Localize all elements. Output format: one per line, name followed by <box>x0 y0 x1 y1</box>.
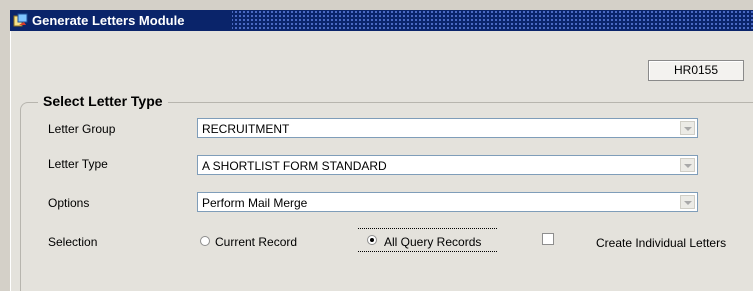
app-icon <box>13 13 28 28</box>
options-value: Perform Mail Merge <box>202 196 308 210</box>
letter-type-label: Letter Type <box>48 157 108 171</box>
letter-type-combo[interactable]: A SHORTLIST FORM STANDARD <box>197 155 698 175</box>
letter-group-value: RECRUITMENT <box>202 122 290 136</box>
form-code-field[interactable]: HR0155 <box>648 60 744 81</box>
all-query-records-radio[interactable] <box>367 235 377 245</box>
title-bar[interactable]: Generate Letters Module <box>10 10 753 31</box>
letter-group-combo[interactable]: RECRUITMENT <box>197 118 698 138</box>
selection-label: Selection <box>48 235 98 249</box>
letter-group-label: Letter Group <box>48 122 116 136</box>
options-combo[interactable]: Perform Mail Merge <box>197 192 698 212</box>
form-window: HR0155 Select Letter Type Letter Group R… <box>10 31 753 291</box>
window-title: Generate Letters Module <box>32 13 185 28</box>
current-record-radio[interactable] <box>200 236 210 246</box>
letter-type-dropdown-button[interactable] <box>680 158 695 172</box>
title-area: Generate Letters Module <box>10 10 232 31</box>
current-record-label[interactable]: Current Record <box>215 235 297 249</box>
all-query-records-label[interactable]: All Query Records <box>384 235 481 249</box>
create-individual-letters-checkbox[interactable] <box>542 233 554 245</box>
options-dropdown-button[interactable] <box>680 195 695 209</box>
letter-type-value: A SHORTLIST FORM STANDARD <box>202 159 387 173</box>
letter-group-dropdown-button[interactable] <box>680 121 695 135</box>
options-label: Options <box>48 196 90 210</box>
create-individual-letters-label[interactable]: Create Individual Letters <box>596 236 726 250</box>
group-title: Select Letter Type <box>38 93 168 109</box>
